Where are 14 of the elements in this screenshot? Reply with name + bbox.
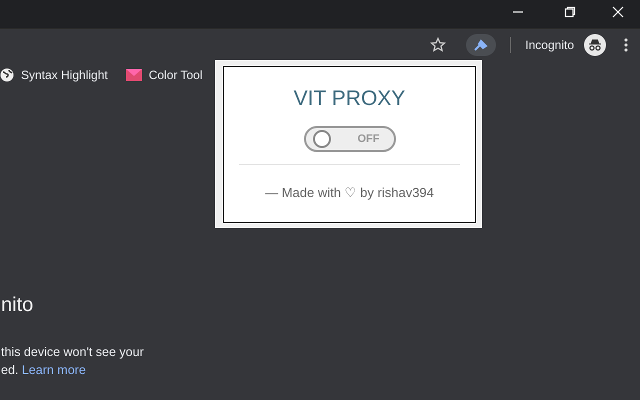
incognito-icon[interactable]: [584, 34, 606, 56]
extension-button[interactable]: [466, 34, 496, 56]
restore-icon[interactable]: [564, 6, 576, 18]
profile-label[interactable]: Incognito: [525, 38, 574, 52]
bookmark[interactable]: Color Tool: [126, 68, 203, 82]
page-paragraph: this device won't see your ed. Learn more: [1, 344, 145, 379]
popup-footer: — Made with ♡ by rishav394: [265, 185, 434, 200]
popup-title: VIT PROXY: [294, 87, 406, 111]
page-heading: nito: [1, 294, 34, 317]
menu-icon[interactable]: [624, 38, 628, 52]
learn-more-link[interactable]: Learn more: [22, 363, 86, 377]
star-icon[interactable]: [430, 37, 446, 53]
bookmark[interactable]: Syntax Highlight: [0, 68, 108, 82]
close-icon[interactable]: [612, 6, 624, 18]
